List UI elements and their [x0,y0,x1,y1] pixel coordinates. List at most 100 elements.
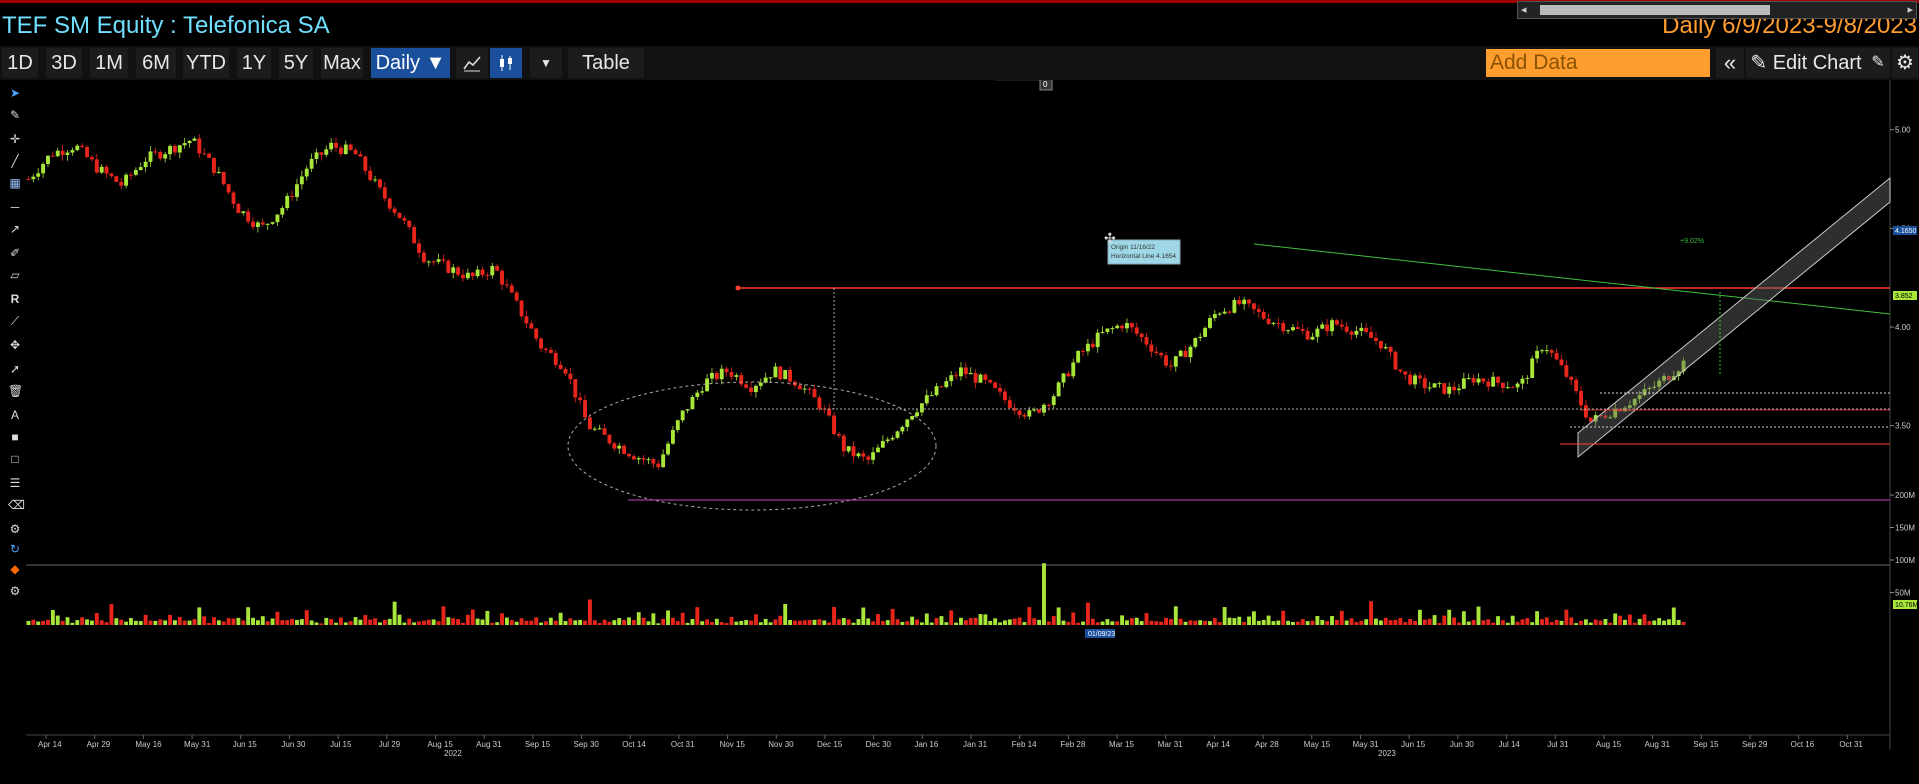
candle-body [138,167,143,170]
volume-bar [46,619,50,625]
candle-body [919,403,924,413]
candle-body [1027,410,1032,417]
edit-chart-button[interactable]: ✎ Edit Chart [1746,48,1866,78]
volume-bar [1369,601,1374,625]
period-button-5y[interactable]: 5Y [279,48,313,78]
candle-body [1188,346,1193,358]
candle-body [402,218,407,221]
date-label-5: Jun 30 [281,740,306,749]
candle-body [758,382,763,386]
chevron-down-icon[interactable]: ▼ [530,48,562,78]
candle-body [778,366,783,380]
period-button-1m[interactable]: 1M [90,48,128,78]
volume-bar [1037,619,1042,625]
scroll-right-icon[interactable]: ▸ [1907,3,1913,16]
volume-bar [954,622,959,625]
candle-body [363,156,368,171]
candle-body [832,415,836,434]
candle-body [695,392,700,397]
volume-bar [231,618,236,625]
volume-bar [1339,610,1344,625]
candle-body [509,285,514,293]
volume-bar [1090,618,1095,625]
candle-body [1276,322,1281,324]
candle-body [1300,328,1305,331]
period-button-1d[interactable]: 1D [2,48,38,78]
candle-body [1408,374,1413,385]
candle-body [80,145,85,147]
double-chevron-left-icon[interactable]: « [1716,48,1744,78]
gear-icon[interactable]: ⚙ [1892,48,1918,78]
candlestick-icon[interactable] [490,48,522,78]
horizontal-scrollbar[interactable]: ◂ ▸ [1517,1,1917,19]
candle-body [212,157,216,173]
regression-channel[interactable] [1577,176,1891,459]
edit-pencil-icon[interactable]: ✎ [1866,48,1890,78]
volume-bar [1085,602,1090,625]
candle-body [163,154,168,159]
volume-bar [876,613,880,625]
volume-bar [685,622,690,625]
candle-body [573,379,578,398]
candle-body [1061,373,1066,383]
volume-bar [75,620,80,625]
volume-bar [1012,618,1017,625]
volume-bar [729,616,734,625]
period-button-1y[interactable]: 1Y [237,48,271,78]
date-label-27: May 31 [1352,740,1379,749]
volume-bar [1525,618,1530,625]
volume-bar [905,621,910,625]
price-axis: 5.004.504.003.50 [1890,126,1911,431]
price-tick-label-3: 3.50 [1895,422,1911,431]
volume-bar [1618,615,1623,625]
scroll-left-icon[interactable]: ◂ [1521,3,1527,16]
volume-bar [578,619,583,625]
period-button-3d[interactable]: 3D [46,48,82,78]
candle-body [1481,378,1486,382]
candle-body [1505,387,1510,389]
mini-toolbar[interactable]: 0 [994,80,1054,91]
period-button-max[interactable]: Max [321,48,363,78]
svg-text:0: 0 [1043,80,1048,89]
volume-bar [939,616,944,625]
table-button[interactable]: Table [568,48,644,78]
candle-body [666,443,670,455]
volume-bar [817,619,822,625]
frequency-dropdown[interactable]: Daily ▼ [371,48,450,78]
volume-bar [568,618,573,625]
add-data-input[interactable]: Add Data [1486,49,1710,77]
volume-bar [1374,618,1378,625]
candle-body [954,375,959,377]
volume-bar [1447,609,1452,625]
line-chart-icon[interactable] [456,48,488,78]
price-chart[interactable]: Origin 11/16/22 Horizontal Line 4.1654 ✣… [0,80,1919,784]
volume-bar [1452,617,1457,625]
candle-body [1574,379,1579,392]
candle-body [319,152,324,155]
candle-body [1046,404,1051,406]
volume-bar [1173,606,1178,625]
volume-bar [885,620,890,625]
candle-body [392,208,397,213]
candle-body [338,147,343,155]
candle-body [587,417,592,430]
candle-body [534,328,539,339]
candle-body [646,459,651,461]
date-label-12: Oct 14 [622,740,646,749]
candle-body [1486,381,1491,387]
volume-bar [1095,622,1100,625]
date-label-2: May 16 [135,740,162,749]
candle-body [959,367,963,377]
year-label-1: 2023 [1378,749,1396,758]
period-button-ytd[interactable]: YTD [183,48,229,78]
date-label-21: Feb 28 [1060,740,1085,749]
line-origin-handle[interactable] [735,285,741,291]
candle-body [94,159,99,173]
period-button-6m[interactable]: 6M [136,48,176,78]
candle-body [885,439,890,442]
scrollbar-thumb[interactable] [1540,5,1770,15]
chart-drawings[interactable]: Origin 11/16/22 Horizontal Line 4.1654 ✣… [567,80,1891,511]
volume-bar [973,617,978,625]
volume-bar [129,618,133,625]
candle-body [1442,383,1447,394]
